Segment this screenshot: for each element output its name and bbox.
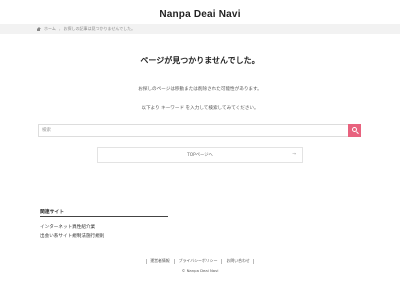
search-input[interactable] [38,124,348,137]
breadcrumb-home-link[interactable]: ホーム [44,26,56,32]
related-sites-divider [40,216,168,217]
footer-divider [173,258,175,264]
search-button[interactable] [348,124,361,137]
top-page-label: TOPページへ [187,153,213,158]
search-hint-message: 以下より キーワード を入力して検索してみてください。 [141,106,259,111]
not-found-message: お探しのページは移動または削除された可能性があります。 [138,87,262,92]
breadcrumb-current: お探しの記事は見つかりませんでした。 [63,26,136,31]
breadcrumb: ホーム › お探しの記事は見つかりませんでした。 [36,26,135,32]
footer-link-contact[interactable]: お問い合わせ [226,258,249,264]
top-page-button[interactable]: TOPページへ → [97,147,303,163]
chevron-right-icon: › [58,26,61,32]
arrow-right-icon: → [292,152,296,157]
footer-link-operator-info[interactable]: 運営者情報 [150,258,169,264]
page-title: ページが見つかりませんでした。 [140,56,260,65]
footer-nav: 運営者情報 プライバシーポリシー お問い合わせ [0,258,400,264]
related-sites-heading: 関連サイト [40,210,64,215]
footer-divider [221,258,223,264]
footer-divider [252,258,254,264]
site-title[interactable]: Nanpa Deai Navi [0,9,400,20]
copyright: © Nanpa Deai Navi [181,268,219,273]
search-form [38,124,361,137]
related-site-link[interactable]: インターネット異性紹介業 [40,224,95,230]
search-icon [351,127,357,132]
home-icon [36,26,41,32]
related-site-link[interactable]: 出会い系サイト規制法施行規則 [40,233,104,239]
footer-divider [146,258,148,264]
footer-link-privacy-policy[interactable]: プライバシーポリシー [179,258,218,264]
